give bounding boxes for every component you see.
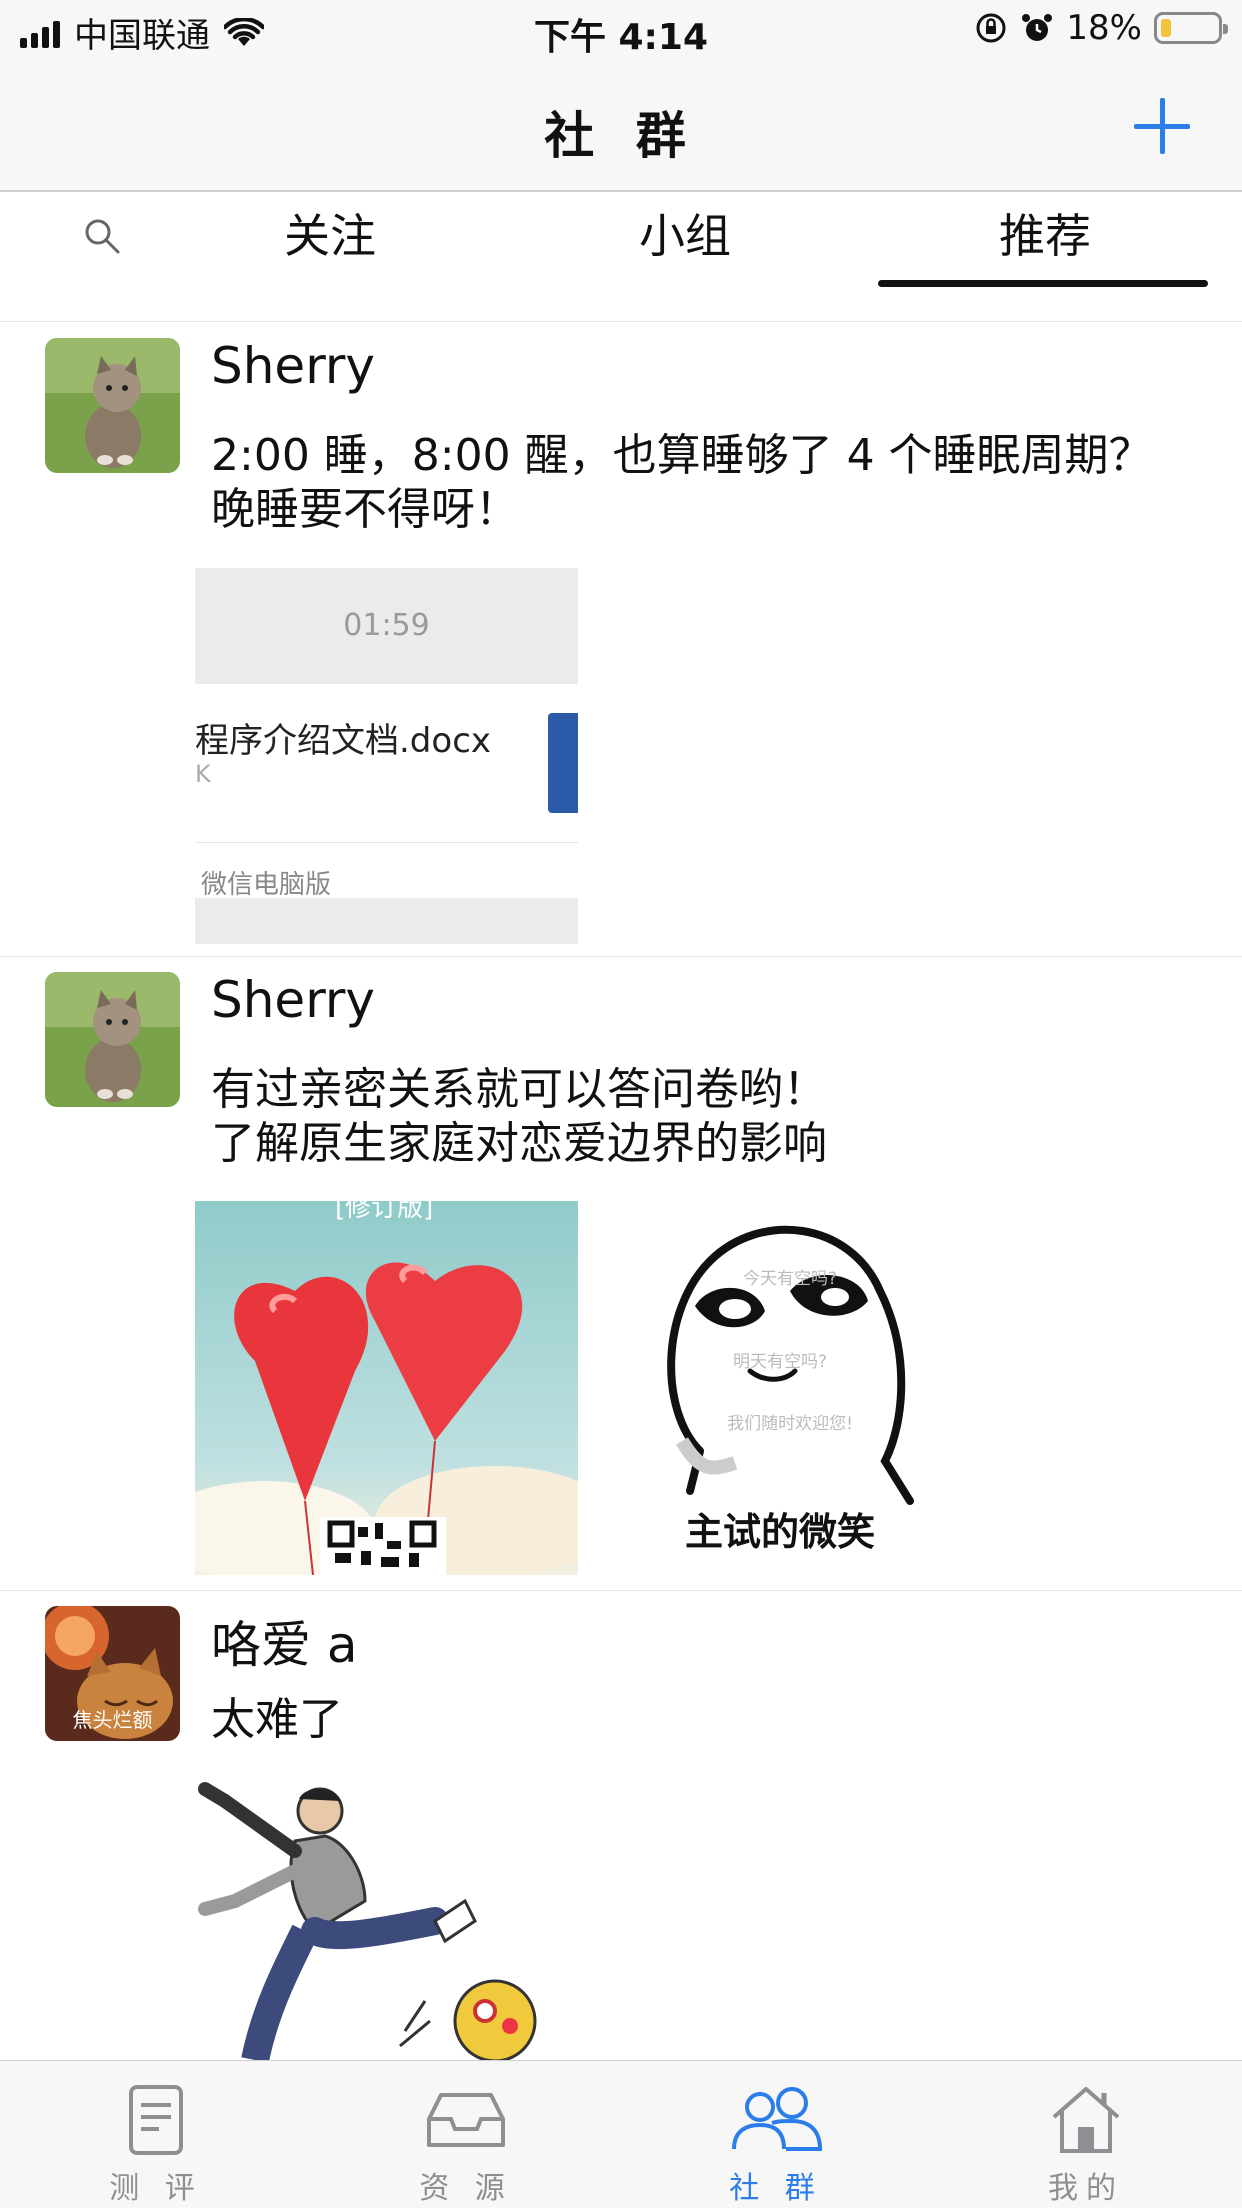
avatar[interactable]: 焦头烂额: [45, 1606, 180, 1741]
post-item[interactable]: Sherry 2:00 睡，8:00 醒，也算睡够了 4 个睡眠周期？ 晚睡要不…: [0, 323, 1242, 957]
kicking-man-image: [198, 1782, 537, 2060]
post-item[interactable]: 焦头烂额 咯爱 a 太难了: [0, 1591, 1242, 2060]
status-right: 18%: [974, 8, 1228, 48]
sticker-line-1: 今天有空吗?: [742, 1269, 838, 1289]
tab-groups[interactable]: 小组: [585, 206, 785, 286]
bottom-tab-label: 社 群: [729, 2171, 823, 2206]
wifi-icon: [224, 17, 264, 46]
sticker-line-2: 明天有空吗?: [732, 1352, 828, 1372]
active-tab-indicator: [878, 280, 1208, 287]
post-image[interactable]: [195, 1781, 578, 2060]
bottom-tab-resources[interactable]: 资 源: [366, 2083, 566, 2207]
video-duration: 01:59: [195, 568, 578, 684]
attachment-source: 微信电脑版: [201, 870, 332, 900]
post-author[interactable]: Sherry: [211, 337, 375, 395]
status-bar: 中国联通 下午 4:14 18%: [0, 0, 1242, 62]
post-image[interactable]: 01:59 程序介绍文档.docx K 微信电脑版: [195, 568, 578, 944]
battery-fill: [1161, 19, 1171, 37]
post-author[interactable]: 咯爱 a: [211, 1605, 358, 1677]
status-left: 中国联通: [20, 8, 264, 57]
tab-recommend[interactable]: 推荐: [880, 206, 1210, 286]
tab-follow[interactable]: 关注: [230, 206, 430, 286]
inbox-icon: [427, 2093, 505, 2147]
bottom-tab-label: 资 源: [419, 2171, 513, 2206]
avatar-label: 焦头烂额: [72, 1708, 153, 1732]
people-icon: [732, 2087, 823, 2151]
post-text: 2:00 睡，8:00 醒，也算睡够了 4 个睡眠周期？ 晚睡要不得呀！: [211, 430, 1153, 535]
bottom-tab-community[interactable]: 社 群: [676, 2083, 876, 2207]
post-image-sticker[interactable]: 今天有空吗? 明天有空吗? 我们随时欢迎您! 主试的微笑: [640, 1201, 940, 1575]
home-icon: [1052, 2087, 1120, 2153]
alarm-icon: [1022, 14, 1053, 41]
bottom-tab-assessment[interactable]: 测 评: [56, 2083, 256, 2207]
word-file-icon: [548, 713, 578, 813]
search-icon[interactable]: [82, 216, 122, 256]
add-post-button[interactable]: [1132, 96, 1192, 156]
battery-percent: 18%: [1066, 8, 1142, 48]
avatar[interactable]: [45, 972, 180, 1107]
bottom-tab-label: 测 评: [109, 2171, 203, 2206]
rotation-lock-icon: [976, 13, 1006, 43]
signal-icon: [20, 18, 60, 48]
kitten-avatar-image: [45, 338, 180, 473]
carrier-label: 中国联通: [74, 16, 210, 56]
document-icon: [129, 2085, 183, 2155]
post-text: 太难了: [211, 1694, 343, 1745]
post-text: 有过亲密关系就可以答问卷哟！ 了解原生家庭对恋爱边界的影响: [211, 1064, 827, 1169]
post-item[interactable]: Sherry 有过亲密关系就可以答问卷哟！ 了解原生家庭对恋爱边界的影响 [修订…: [0, 957, 1242, 1591]
page-title: 社 群: [544, 107, 698, 165]
bottom-tab-bar: 测 评 资 源 社 群 我的: [0, 2060, 1242, 2208]
sticker-line-3: 我们随时欢迎您!: [727, 1414, 853, 1434]
bottom-tab-mine[interactable]: 我的: [986, 2083, 1186, 2207]
sticker-caption: 主试的微笑: [684, 1510, 875, 1554]
bottom-tab-label: 我的: [1048, 2171, 1124, 2206]
post-image-balloons[interactable]: [修订版]: [195, 1201, 578, 1575]
nav-bar: 社 群: [0, 62, 1242, 192]
avatar[interactable]: [45, 338, 180, 473]
image-top-label: [修订版]: [335, 1201, 434, 1223]
post-author[interactable]: Sherry: [211, 971, 375, 1029]
attachment-filesize: K: [195, 760, 211, 788]
heart-balloons-image: [195, 1201, 578, 1575]
segment-tabs: 关注 小组 推荐: [0, 194, 1242, 322]
kitten-avatar-image: [45, 972, 180, 1107]
battery-icon: [1154, 12, 1228, 44]
attachment-filename: 程序介绍文档.docx: [195, 721, 492, 761]
